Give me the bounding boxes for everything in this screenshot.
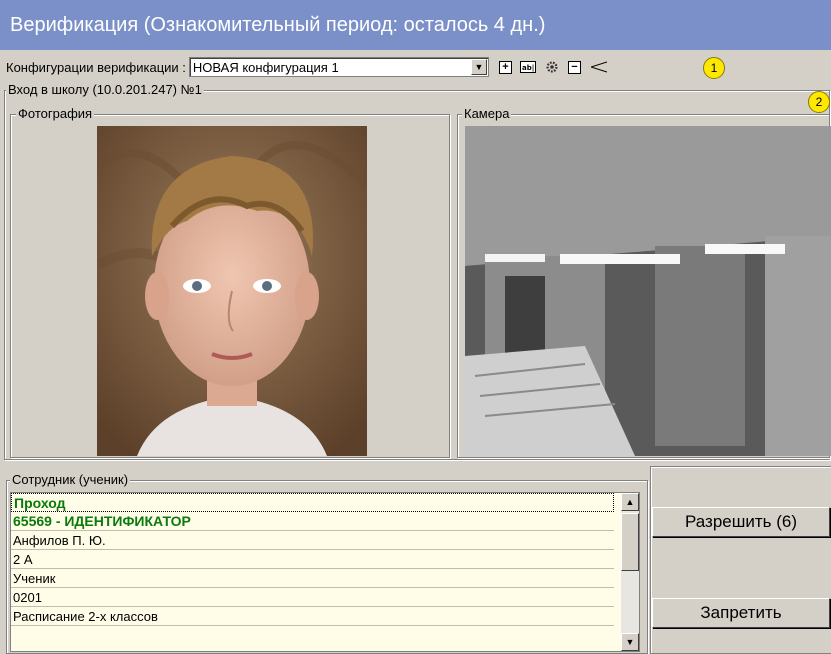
rename-icon[interactable]: ab|: [519, 59, 536, 75]
list-item[interactable]: Проход: [11, 493, 614, 512]
config-select-value: НОВАЯ конфигурация 1: [192, 59, 339, 75]
employee-info-list[interactable]: Проход 65569 - ИДЕНТИФИКАТОР Анфилов П. …: [10, 492, 640, 652]
camera-view: [465, 126, 831, 456]
list-item[interactable]: Ученик: [11, 569, 614, 588]
add-icon[interactable]: +: [498, 60, 512, 74]
list-item[interactable]: 2 А: [11, 550, 614, 569]
window-title: Верификация (Ознакомительный период: ост…: [10, 13, 546, 36]
deny-button[interactable]: Запретить: [652, 598, 830, 628]
list-scrollbar[interactable]: ▲ ▼: [621, 493, 639, 651]
camera-label: Камера: [462, 106, 512, 121]
settings-icon[interactable]: [544, 59, 560, 75]
title-bar: Верификация (Ознакомительный период: ост…: [0, 0, 831, 50]
access-point-title: Вход в школу (10.0.201.247) №1: [6, 82, 204, 97]
student-photo: [97, 126, 367, 456]
remove-icon[interactable]: −: [567, 60, 581, 74]
scroll-thumb[interactable]: [621, 513, 639, 571]
allow-button[interactable]: Разрешить (6): [652, 507, 830, 537]
scroll-up-icon[interactable]: ▲: [621, 493, 639, 511]
chevron-down-icon[interactable]: ▼: [470, 59, 487, 75]
employee-label: Сотрудник (ученик): [10, 472, 131, 487]
config-label: Конфигурации верификации :: [6, 59, 186, 75]
list-item[interactable]: Анфилов П. Ю.: [11, 531, 614, 550]
scroll-down-icon[interactable]: ▼: [621, 633, 639, 651]
list-item[interactable]: 65569 - ИДЕНТИФИКАТОР: [11, 512, 614, 531]
list-item[interactable]: 0201: [11, 588, 614, 607]
callout-pointer-icon: [590, 61, 607, 73]
svg-text:ab|: ab|: [522, 64, 534, 73]
list-item[interactable]: Расписание 2-х классов: [11, 607, 614, 626]
callout-badge-1: 1: [703, 57, 725, 79]
callout-badge-2: 2: [808, 91, 830, 113]
config-select[interactable]: НОВАЯ конфигурация 1 ▼: [188, 57, 489, 77]
photo-label: Фотография: [16, 106, 95, 121]
